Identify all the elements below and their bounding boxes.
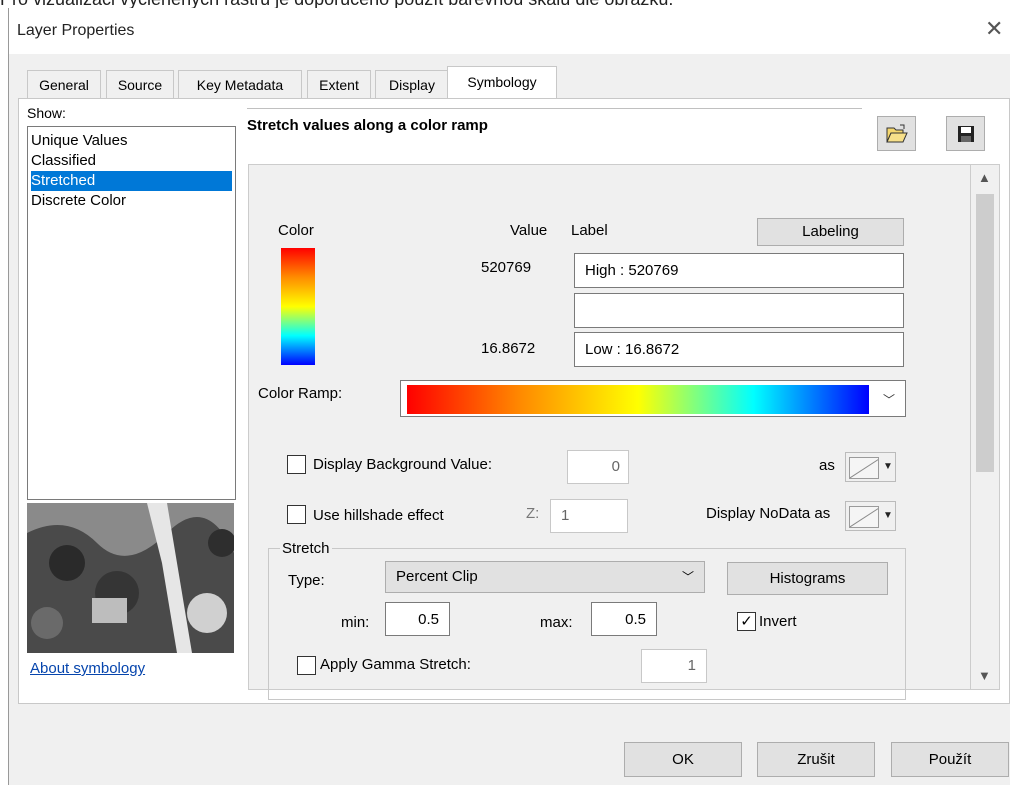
- tab-display[interactable]: Display: [375, 70, 449, 99]
- close-icon[interactable]: ✕: [985, 16, 1003, 42]
- high-value: 520769: [481, 259, 532, 276]
- low-label-input[interactable]: Low : 16.8672: [574, 332, 904, 367]
- chevron-down-icon: ﹀: [681, 570, 694, 584]
- window-title: Layer Properties: [17, 22, 135, 39]
- invert-label: Invert: [759, 613, 797, 630]
- color-ramp-gradient: [407, 385, 869, 414]
- max-label: max:: [540, 614, 573, 631]
- gamma-input[interactable]: 1: [641, 649, 707, 683]
- background-color-picker[interactable]: ▼: [845, 452, 896, 482]
- tab-general[interactable]: General: [27, 70, 101, 99]
- hillshade-label: Use hillshade effect: [313, 507, 444, 524]
- dropdown-arrow-icon: ▼: [883, 510, 893, 521]
- value-column-label: Value: [510, 222, 548, 239]
- show-listbox[interactable]: Unique Values Classified Stretched Discr…: [27, 126, 236, 500]
- symbology-preview-image: [27, 503, 234, 653]
- mid-label-input[interactable]: [574, 293, 904, 328]
- section-heading: Stretch values along a color ramp: [247, 117, 488, 134]
- stretch-type-value: Percent Clip: [396, 568, 478, 585]
- stretch-type-label: Type:: [288, 572, 325, 589]
- tab-key-metadata[interactable]: Key Metadata: [178, 70, 302, 99]
- low-value: 16.8672: [481, 340, 536, 357]
- max-input[interactable]: 0.5: [591, 602, 657, 636]
- display-nodata-label: Display NoData as: [706, 505, 831, 522]
- tab-extent[interactable]: Extent: [307, 70, 371, 99]
- min-input[interactable]: 0.5: [385, 602, 450, 636]
- floppy-disk-icon: [957, 125, 974, 142]
- gamma-stretch-label: Apply Gamma Stretch:: [320, 656, 471, 673]
- show-label: Show:: [27, 105, 66, 121]
- ok-button[interactable]: OK: [624, 742, 742, 777]
- folder-open-icon: [885, 124, 908, 142]
- background-value-input[interactable]: 0: [567, 450, 629, 484]
- invert-checkbox[interactable]: ✓: [737, 612, 756, 631]
- dropdown-arrow-icon: ▼: [883, 461, 893, 472]
- color-ramp-label: Color Ramp:: [258, 385, 343, 402]
- nodata-color-picker[interactable]: ▼: [845, 501, 896, 531]
- title-bar: Layer Properties ✕: [9, 8, 1010, 54]
- label-column-label: Label: [571, 222, 608, 239]
- scrollbar-thumb[interactable]: [976, 194, 994, 472]
- no-color-swatch-icon: [849, 506, 879, 528]
- color-column-label: Color: [278, 222, 314, 239]
- display-background-checkbox[interactable]: [287, 455, 306, 474]
- color-preview-bar[interactable]: [281, 248, 315, 365]
- scroll-up-icon[interactable]: ▲: [978, 170, 991, 185]
- z-label: Z:: [526, 505, 540, 522]
- stretch-group-label: Stretch: [280, 540, 332, 557]
- chevron-down-icon[interactable]: ﹀: [883, 391, 895, 408]
- histograms-button[interactable]: Histograms: [727, 562, 888, 595]
- document-text-top: Pro vizualizaci vyčleněných rastrů je do…: [0, 0, 1010, 8]
- list-item-unique-values[interactable]: Unique Values: [31, 131, 232, 151]
- display-background-label: Display Background Value:: [313, 456, 492, 473]
- as-label: as: [819, 457, 835, 474]
- heading-separator: [247, 108, 862, 109]
- list-item-discrete-color[interactable]: Discrete Color: [31, 191, 232, 211]
- save-layer-file-button[interactable]: [946, 116, 985, 151]
- z-factor-input[interactable]: 1: [550, 499, 628, 533]
- gamma-stretch-checkbox[interactable]: [297, 656, 316, 675]
- labeling-button[interactable]: Labeling: [757, 218, 904, 246]
- cancel-button[interactable]: Zrušit: [757, 742, 875, 777]
- about-symbology-link[interactable]: About symbology: [30, 660, 145, 677]
- tab-symbology[interactable]: Symbology: [447, 66, 557, 100]
- stretch-type-select[interactable]: Percent Clip ﹀: [385, 561, 705, 593]
- scroll-down-icon[interactable]: ▼: [978, 668, 991, 683]
- hillshade-checkbox[interactable]: [287, 505, 306, 524]
- open-layer-file-button[interactable]: [877, 116, 916, 151]
- list-item-stretched[interactable]: Stretched: [31, 171, 232, 191]
- min-label: min:: [341, 614, 370, 631]
- tab-source[interactable]: Source: [106, 70, 174, 99]
- no-color-swatch-icon: [849, 457, 879, 479]
- list-item-classified[interactable]: Classified: [31, 151, 232, 171]
- apply-button[interactable]: Použít: [891, 742, 1009, 777]
- high-label-input[interactable]: High : 520769: [574, 253, 904, 288]
